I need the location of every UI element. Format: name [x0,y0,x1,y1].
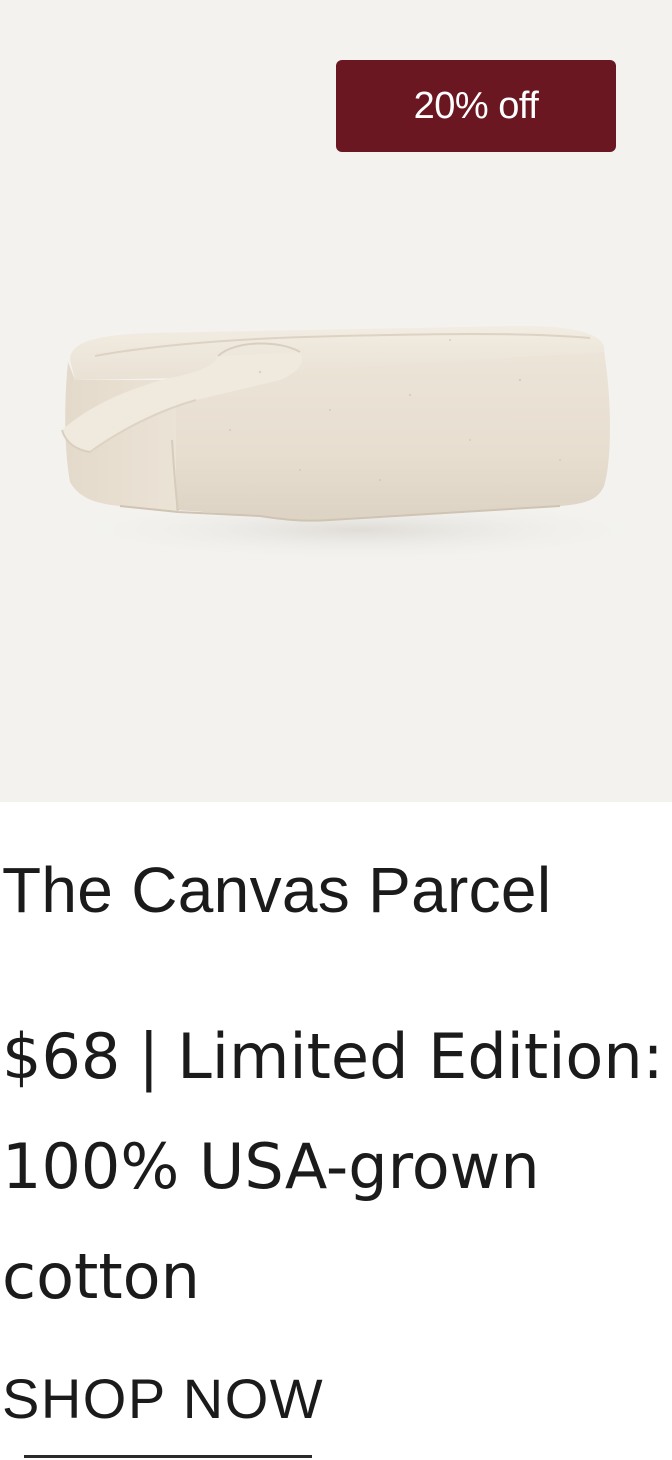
product-details: $68 | Limited Edition: 100% USA-grown cott… [2,1002,670,1332]
discount-badge: 20% off [336,60,616,152]
product-title[interactable]: The Canvas Parcel [2,850,551,930]
product-card[interactable]: 20% off The Canvas Parcel $68 | Limited Ed… [0,0,672,1460]
product-price: $68 [2,1020,121,1093]
shop-now-link[interactable]: SHOP NOW [2,1366,324,1432]
shop-now-underline [24,1455,312,1458]
product-image-area[interactable]: 20% off [0,0,672,802]
price-separator: | [138,1020,160,1093]
